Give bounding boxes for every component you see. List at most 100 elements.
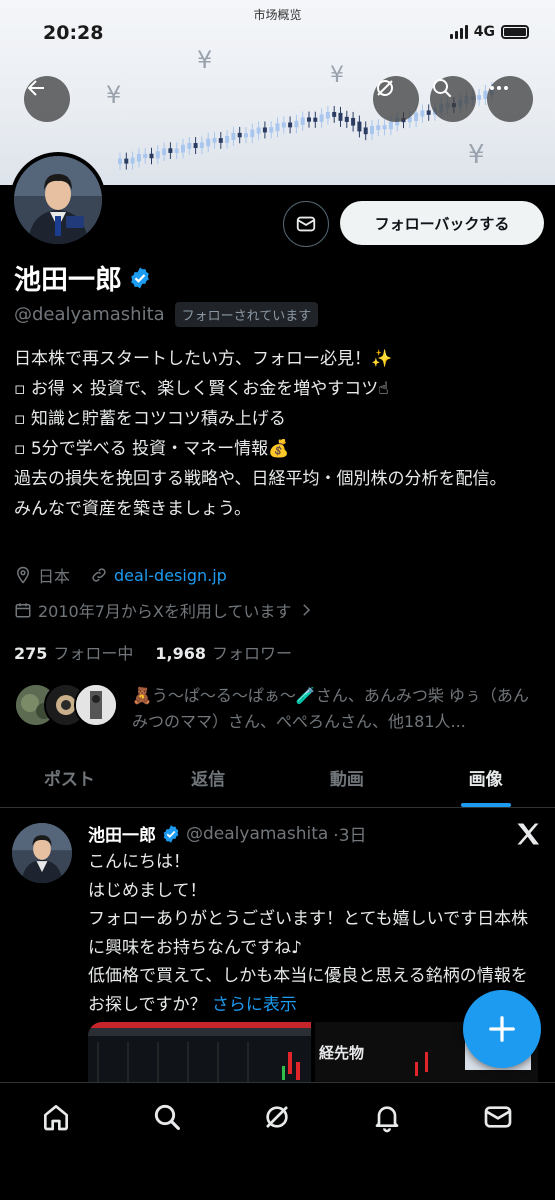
post-header: 池田一郎 @dealyamashita ·3日: [88, 821, 367, 847]
banner-candle: [118, 158, 122, 164]
follower-avatar-image: [76, 685, 116, 725]
post-image[interactable]: [88, 1022, 311, 1082]
banner-candle: [193, 143, 198, 149]
banner-candle: [155, 151, 160, 159]
tab-posts[interactable]: ポスト: [0, 748, 139, 807]
profile-handle: @dealyamashita: [14, 304, 165, 325]
yen-symbol: ¥: [330, 63, 344, 88]
calendar-icon: [15, 603, 31, 618]
banner-candle: [363, 127, 368, 135]
location-icon: [16, 566, 30, 584]
profile-name: 池田一郎: [14, 265, 122, 296]
nav-notifications[interactable]: [371, 1101, 403, 1133]
search-button[interactable]: [430, 76, 476, 122]
more-button[interactable]: [487, 76, 533, 122]
profile-meta: 日本 deal-design.jp: [14, 563, 227, 587]
profile-bio: 日本株で再スタートしたい方、フォロー必見！✨ ▫ お得 × 投資で、楽しく賢くお…: [14, 349, 507, 519]
handle-row: @dealyamashita フォローされています: [14, 302, 319, 327]
nav-messages[interactable]: [482, 1101, 514, 1133]
compose-button[interactable]: [463, 990, 541, 1068]
tab-images[interactable]: 画像: [416, 748, 555, 807]
profile-joined-row[interactable]: 2010年7月からXを利用しています: [14, 598, 315, 622]
grok-button[interactable]: [373, 76, 419, 122]
banner-candle: [143, 153, 148, 158]
profile-location: 日本: [38, 567, 71, 586]
verified-badge-icon[interactable]: [128, 266, 152, 290]
message-button[interactable]: [283, 201, 329, 247]
link-icon: [92, 568, 106, 582]
banner-candle: [187, 143, 192, 149]
media-caption: 経先物: [319, 1044, 364, 1062]
following-label: フォロー中: [53, 644, 134, 663]
grok-icon: [266, 1106, 288, 1128]
follow-counts: 275 フォロー中 1,968 フォロワー: [14, 640, 292, 664]
banner-candle: [370, 126, 374, 135]
banner-candle: [174, 148, 179, 153]
post-avatar[interactable]: [12, 823, 72, 883]
nav-search[interactable]: [151, 1101, 183, 1133]
followed-by-text: 🧸う〜ぱ〜る〜ぱぁ〜🧪さん、あんみつ柴 ゆぅ（あんみつのママ）さん、ぺぺろんさん…: [132, 686, 529, 731]
followers-label: フォロワー: [212, 644, 293, 663]
banner-candle: [376, 125, 381, 131]
banner-candle: [225, 136, 230, 143]
banner-candle: [124, 158, 129, 164]
banner-candle: [338, 112, 343, 121]
profile-banner[interactable]: ¥ ¥ ¥ ¥ 市场概览 20:28 4G: [0, 0, 555, 185]
mail-icon: [296, 216, 316, 232]
profile-website-link[interactable]: deal-design.jp: [114, 566, 227, 585]
followers-link[interactable]: 1,968 フォロワー: [155, 640, 292, 664]
banner-candle: [477, 95, 482, 100]
plus-icon: [489, 1016, 515, 1042]
post-author[interactable]: 池田一郎: [88, 821, 156, 846]
profile-tabs: ポスト 返信 動画 画像: [0, 748, 555, 808]
profile-avatar[interactable]: [10, 152, 106, 248]
banner-candle: [262, 127, 267, 133]
signal-icon: [449, 25, 468, 39]
chevron-right-icon: [303, 604, 311, 616]
follow-back-button[interactable]: フォローバックする: [340, 201, 544, 245]
banner-candle: [244, 133, 248, 138]
yen-symbol: ¥: [197, 46, 212, 74]
banner-candle: [281, 122, 286, 128]
status-time: 20:28: [43, 22, 104, 44]
banner-candle: [206, 138, 211, 147]
x-logo-icon[interactable]: [514, 820, 542, 848]
network-label: 4G: [473, 24, 495, 40]
banner-candle: [130, 157, 135, 164]
banner-candle: [199, 142, 204, 149]
banner-candle: [218, 138, 223, 143]
show-more-link[interactable]: さらに表示: [212, 995, 297, 1015]
nav-home[interactable]: [40, 1101, 72, 1133]
banner-candle: [181, 144, 185, 153]
banner-candle: [149, 153, 154, 159]
follower-avatar: [74, 683, 118, 727]
back-button[interactable]: [24, 76, 70, 122]
home-icon: [44, 1105, 68, 1131]
tab-replies[interactable]: 返信: [139, 748, 278, 807]
banner-candle: [231, 132, 236, 141]
banner-candle: [237, 132, 242, 138]
more-icon: [490, 86, 508, 90]
nav-grok[interactable]: [261, 1101, 293, 1133]
banner-candle: [426, 110, 431, 115]
banner-candle: [162, 148, 167, 156]
banner-candle: [250, 129, 255, 138]
followed-by-row[interactable]: 🧸う〜ぱ〜る〜ぱぁ〜🧪さん、あんみつ柴 ゆぅ（あんみつのママ）さん、ぺぺろんさん…: [14, 683, 532, 735]
post-time: ·3日: [333, 826, 367, 846]
following-count: 275: [14, 644, 48, 663]
followers-count: 1,968: [155, 644, 207, 663]
profile-name-row: 池田一郎: [14, 258, 152, 297]
tab-videos[interactable]: 動画: [278, 748, 417, 807]
banner-candle: [319, 114, 324, 122]
chart-screenshot-image: [88, 1022, 311, 1082]
banner-candle: [414, 112, 419, 121]
banner-candle: [256, 127, 261, 134]
banner-candle: [288, 122, 293, 128]
banner-candle: [332, 111, 337, 117]
following-link[interactable]: 275 フォロー中: [14, 640, 133, 664]
verified-badge-icon: [163, 824, 179, 843]
banner-candle: [168, 148, 173, 153]
post-body[interactable]: こんにちは！ はじめまして！ フォローありがとうございます！とても嬉しいです日本…: [88, 848, 538, 1019]
banner-candle: [294, 120, 299, 128]
banner-candle: [269, 127, 274, 133]
